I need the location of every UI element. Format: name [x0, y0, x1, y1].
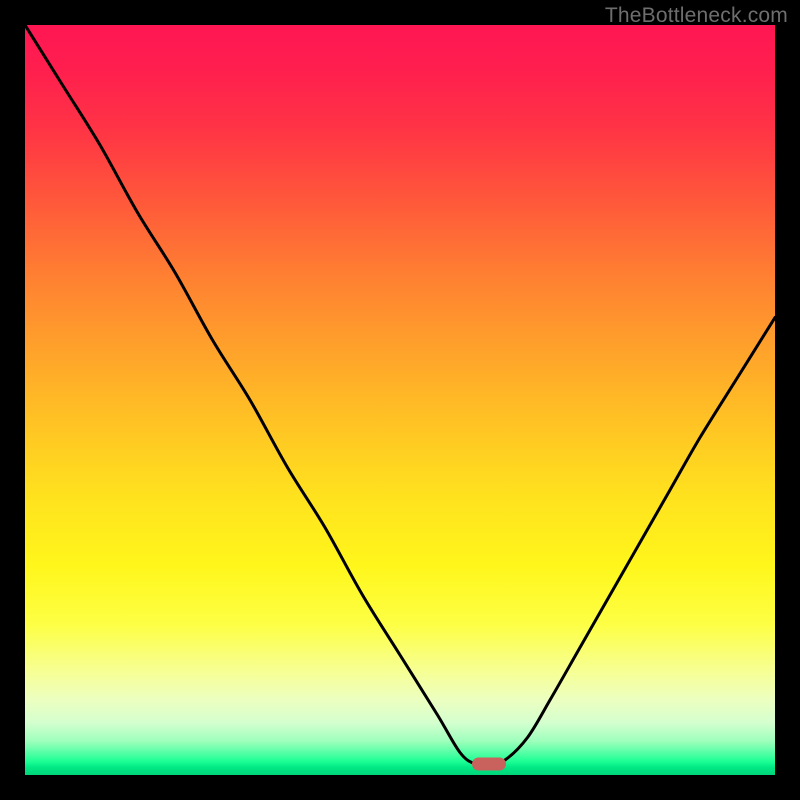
bottleneck-curve: [25, 25, 775, 775]
watermark-text: TheBottleneck.com: [605, 4, 788, 28]
optimal-marker: [472, 757, 506, 770]
chart-frame: TheBottleneck.com: [0, 0, 800, 800]
plot-area: [25, 25, 775, 775]
